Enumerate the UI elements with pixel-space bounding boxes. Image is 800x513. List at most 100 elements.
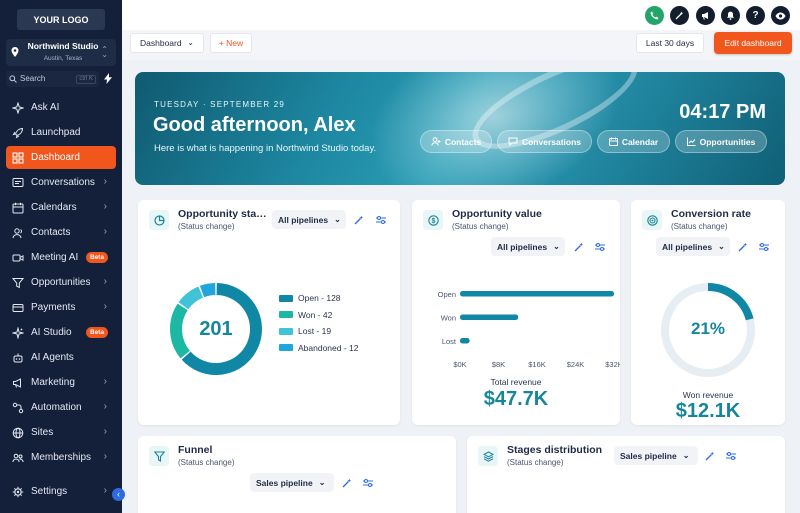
sidebar-item-launchpad[interactable]: Launchpad (6, 121, 116, 144)
pipeline-select-label: Sales pipeline (256, 477, 313, 488)
magic-wand-icon[interactable] (705, 451, 715, 461)
card-icon (149, 210, 169, 230)
quick-link-label: Contacts (444, 136, 482, 147)
search-icon (9, 75, 17, 83)
chevron-down-icon: ⌄ (718, 242, 725, 251)
filter-sliders-icon[interactable] (759, 242, 769, 252)
sidebar: YOUR LOGO Northwind Studio Austin, Texas… (0, 0, 122, 513)
calendar-icon (12, 202, 24, 213)
pipeline-select-label: All pipelines (497, 241, 548, 252)
pipeline-select[interactable]: Sales pipeline ⌄ (250, 473, 334, 492)
magic-button[interactable] (670, 6, 689, 25)
globe-icon (12, 427, 24, 438)
phone-button[interactable] (645, 6, 664, 25)
won-revenue-label: Won revenue (682, 390, 734, 400)
magic-wand-icon[interactable] (354, 215, 364, 225)
new-dashboard-button[interactable]: + New (210, 33, 252, 53)
edit-dashboard-button[interactable]: Edit dashboard (714, 32, 792, 54)
filter-sliders-icon[interactable] (726, 451, 736, 461)
donut-slice-abandoned[interactable] (199, 283, 216, 298)
card-title: Opportunity status (178, 208, 270, 220)
legend-label: Abandoned - 12 (298, 342, 359, 353)
notifications-button[interactable] (721, 6, 740, 25)
sidebar-item-ask-ai[interactable]: Ask AI (6, 96, 116, 119)
chevron-updown-icon: ⌃ ⌄ (101, 45, 108, 59)
search-input[interactable]: Search ctrl K (6, 71, 99, 87)
card-icon (478, 446, 498, 466)
dashboard-select[interactable]: Dashboard ⌄ (130, 33, 204, 53)
welcome-banner: TUESDAY · SEPTEMBER 29 Good afternoon, A… (135, 72, 785, 185)
quick-action-bolt-icon[interactable] (104, 73, 114, 85)
card-title: Opportunity value (452, 208, 542, 220)
quick-link-label: Opportunities (699, 136, 756, 147)
pipeline-select[interactable]: All pipelines ⌄ (656, 237, 730, 256)
dollar-icon: $ (427, 214, 439, 226)
quick-link-label: Calendar (621, 136, 659, 147)
sidebar-item-label: AI Studio (31, 327, 72, 338)
magic-wand-icon[interactable] (738, 242, 748, 252)
help-icon: ? (752, 10, 759, 21)
pipeline-select[interactable]: Sales pipeline ⌄ (614, 446, 698, 465)
legend-item: Lost - 19 (279, 326, 331, 336)
sidebar-item-ai-studio[interactable]: AI Studio Beta (6, 321, 116, 344)
sidebar-item-memberships[interactable]: Memberships › (6, 446, 116, 469)
quick-link-conversations[interactable]: Conversations (497, 130, 592, 153)
filter-sliders-icon[interactable] (595, 242, 605, 252)
card-icon (12, 303, 24, 312)
bar-open[interactable] (460, 291, 614, 297)
sidebar-item-calendars[interactable]: Calendars › (6, 196, 116, 219)
magic-wand-icon[interactable] (342, 478, 352, 488)
announcements-button[interactable] (696, 6, 715, 25)
help-button[interactable]: ? (746, 6, 765, 25)
legend-label: Open - 128 (298, 293, 341, 303)
sidebar-item-contacts[interactable]: Contacts › (6, 221, 116, 244)
sidebar-item-settings[interactable]: Settings › (6, 480, 116, 503)
donut-slice-lost[interactable] (178, 286, 204, 310)
quick-link-opportunities[interactable]: Opportunities (675, 130, 767, 153)
sidebar-item-sites[interactable]: Sites › (6, 421, 116, 444)
sidebar-item-label: Launchpad (31, 127, 81, 138)
value-bar-chart: Open Won Lost $0K $8K $16K $24K $32K (438, 290, 620, 369)
chevron-right-icon: › (103, 401, 107, 412)
quick-link-contacts[interactable]: Contacts (420, 130, 492, 153)
funnel-icon (153, 450, 165, 462)
sidebar-item-label: Contacts (31, 227, 71, 238)
chevron-right-icon: › (103, 276, 107, 287)
collapse-sidebar-button[interactable]: ‹ (112, 488, 125, 501)
chevron-down-icon: ⌄ (553, 242, 560, 251)
pipeline-select[interactable]: All pipelines ⌄ (491, 237, 565, 256)
sidebar-item-marketing[interactable]: Marketing › (6, 371, 116, 394)
sidebar-item-dashboard[interactable]: Dashboard (6, 146, 116, 169)
donut-slice-won[interactable] (170, 303, 191, 359)
pipeline-select[interactable]: All pipelines ⌄ (272, 210, 346, 229)
sidebar-item-ai-agents[interactable]: AI Agents (6, 346, 116, 369)
bot-icon (13, 353, 23, 362)
video-icon (12, 254, 24, 261)
sidebar-item-label: Sites (31, 427, 54, 438)
chevron-down-icon: ⌄ (682, 451, 690, 460)
bar-lost[interactable] (460, 338, 470, 344)
total-revenue-label: Total revenue (490, 377, 542, 387)
sidebar-item-payments[interactable]: Payments › (6, 296, 116, 319)
sidebar-item-conversations[interactable]: Conversations › (6, 171, 116, 194)
phone-icon (650, 11, 659, 20)
quick-link-calendar[interactable]: Calendar (597, 130, 670, 153)
sidebar-item-label: Payments (31, 302, 76, 313)
view-as-button[interactable] (771, 6, 790, 25)
sidebar-item-meeting-ai[interactable]: Meeting AI Beta (6, 246, 116, 269)
sidebar-item-automation[interactable]: Automation › (6, 396, 116, 419)
sidebar-item-opportunities[interactable]: Opportunities › (6, 271, 116, 294)
chat-icon (12, 177, 24, 187)
date-range-button[interactable]: Last 30 days (636, 33, 704, 53)
bar-won[interactable] (460, 314, 519, 321)
card-title: Stages distribution (507, 444, 603, 456)
pie-chart-icon (153, 214, 165, 226)
filter-sliders-icon[interactable] (376, 215, 386, 225)
beta-badge: Beta (86, 252, 109, 263)
location-switcher[interactable]: Northwind Studio Austin, Texas ⌃ ⌄ (6, 39, 116, 66)
card-subtitle: (Status change) (671, 222, 728, 231)
magic-wand-icon[interactable] (574, 242, 584, 252)
filter-sliders-icon[interactable] (363, 478, 373, 488)
card-icon: $ (423, 210, 443, 230)
legend-swatch (279, 311, 293, 318)
